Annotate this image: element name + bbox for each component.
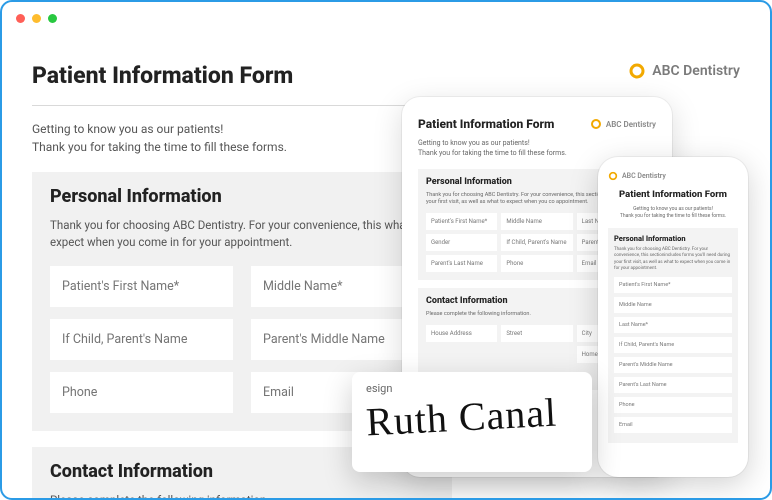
phone-intro: Getting to know you as our patients! Tha… [608,206,738,220]
personal-desc: Thank you for choosing ABC Dentistry. Fo… [50,217,434,252]
phone-field[interactable] [50,372,233,413]
t-ifchild[interactable]: If Child, Parent's Name [501,234,572,251]
t-house[interactable]: House Address [426,325,497,342]
t-middle-name[interactable]: Middle Name [501,213,572,230]
t-phone[interactable]: Phone [501,255,572,272]
signature-text: Ruth Canal [365,391,579,442]
t-street[interactable]: Street [501,325,572,342]
logo-ring-icon [608,171,618,181]
company-logo: ABC Dentistry [628,62,740,80]
parent-name-field[interactable] [50,319,233,360]
t-parent-last[interactable]: Parent's Last Name [426,255,497,272]
minimize-icon[interactable] [32,14,41,23]
p-email[interactable]: Email [614,417,732,433]
first-name-field[interactable] [50,266,233,307]
divider [32,105,452,106]
maximize-icon[interactable] [48,14,57,23]
form-title: Patient Information Form [32,62,452,89]
p-last[interactable]: Last Name* [614,317,732,333]
logo-ring-icon [628,62,646,80]
personal-heading: Personal Information [50,186,434,207]
logo-ring-icon [590,118,602,130]
tablet-title: Patient Information Form [418,117,554,131]
p-first[interactable]: Patient's First Name* [614,277,732,293]
browser-window: ABC Dentistry Patient Information Form G… [0,0,772,500]
t-first-name[interactable]: Patient's First Name* [426,213,497,230]
p-middle[interactable]: Middle Name [614,297,732,313]
phone-personal-heading: Personal Information [614,234,732,243]
p-parent-middle[interactable]: Parent's Middle Name [614,357,732,373]
phone-personal-section: Personal Information Thank you for choos… [608,228,738,443]
phone-brand: ABC Dentistry [608,171,738,181]
phone-personal-desc: Thank you for choosing ABC Dentistry. Fo… [614,247,732,272]
phone-preview: ABC Dentistry Patient Information Form G… [598,157,748,477]
close-icon[interactable] [16,14,25,23]
window-controls [16,14,57,23]
intro-text: Getting to know you as our patients! Tha… [32,120,452,156]
contact-desc: Please complete the following informatio… [50,492,434,500]
brand-name: ABC Dentistry [652,63,740,79]
p-parent-last[interactable]: Parent's Last Name [614,377,732,393]
phone-title: Patient Information Form [608,189,738,200]
esign-card: esign Ruth Canal [352,372,592,472]
p-ifchild[interactable]: If Child, Parent's Name [614,337,732,353]
p-phone[interactable]: Phone [614,397,732,413]
t-gender[interactable]: Gender [426,234,497,251]
tablet-intro: Getting to know you as our patients! Tha… [418,139,656,159]
tablet-brand: ABC Dentistry [590,118,656,130]
